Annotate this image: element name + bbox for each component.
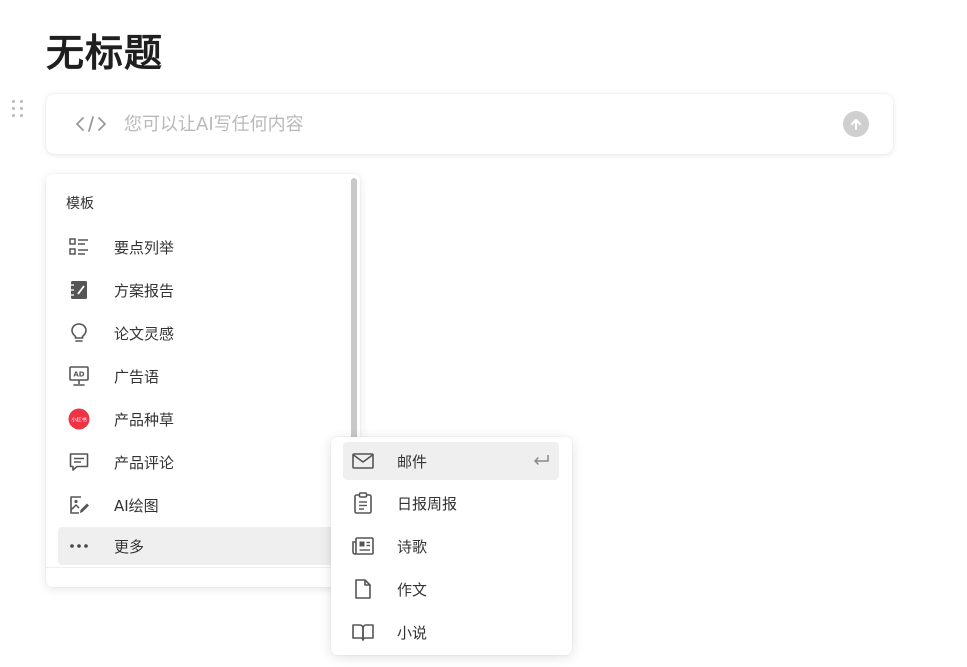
image-edit-icon [68,494,90,516]
template-item-product-recommendation[interactable]: 小红书 产品种草 [58,400,348,438]
template-item-label: 论文灵感 [114,324,175,343]
template-item-label: 更多 [114,537,145,556]
submenu-item-email[interactable]: 邮件 [343,442,559,480]
send-button[interactable] [843,111,869,137]
template-item-key-points[interactable]: 要点列举 [58,228,348,266]
drag-handle-icon[interactable] [12,100,28,120]
code-icon [74,114,108,134]
template-item-ai-drawing[interactable]: AI绘图 [58,486,348,524]
template-item-label: 方案报告 [114,281,175,300]
submenu-item-daily-weekly-report[interactable]: 日报周报 [343,484,559,522]
page: 无标题 模板 [0,0,967,667]
xiaohongshu-logo-text: 小红书 [71,415,87,423]
template-item-label: 广告语 [114,367,160,386]
clipboard-icon [351,491,375,515]
template-panel-heading: 模板 [66,196,94,212]
xiaohongshu-icon: 小红书 [68,408,90,430]
submenu-item-label: 日报周报 [397,494,458,513]
more-icon [68,535,90,557]
svg-text:AD: AD [73,371,84,379]
ai-prompt-input[interactable] [124,113,843,135]
template-item-report[interactable]: 方案报告 [58,271,348,309]
lightbulb-icon [68,322,90,344]
divider [46,567,360,568]
submenu-item-label: 诗歌 [397,537,428,556]
submenu-item-label: 作文 [397,580,428,599]
submenu-item-novel[interactable]: 小说 [343,613,559,651]
submenu-item-label: 邮件 [397,452,428,471]
template-panel: 模板 要点列举 方案报告 论文灵感 AD 广告语 小红书 产品种草 产品评论 A… [46,174,360,587]
template-item-label: 产品评论 [114,453,175,472]
mail-icon [351,449,375,473]
comment-icon [68,451,90,473]
submenu-item-label: 小说 [397,623,428,642]
more-submenu: 邮件 日报周报 诗歌 作文 小说 [331,437,572,655]
ad-board-icon: AD [68,365,90,387]
page-title[interactable]: 无标题 [46,22,163,77]
template-item-product-review[interactable]: 产品评论 [58,443,348,481]
list-icon [68,236,90,258]
ai-prompt-bar [46,94,893,154]
notebook-icon [68,279,90,301]
template-item-thesis-ideas[interactable]: 论文灵感 [58,314,348,352]
enter-icon [534,455,549,465]
book-icon [351,620,375,644]
template-item-more[interactable]: 更多 [58,527,348,565]
template-item-label: AI绘图 [114,496,159,515]
template-item-slogan[interactable]: AD 广告语 [58,357,348,395]
document-icon [351,577,375,601]
submenu-item-poetry[interactable]: 诗歌 [343,527,559,565]
template-item-label: 产品种草 [114,410,175,429]
arrow-up-icon [851,119,861,130]
template-item-label: 要点列举 [114,238,175,257]
submenu-item-essay[interactable]: 作文 [343,570,559,608]
newspaper-icon [351,534,375,558]
